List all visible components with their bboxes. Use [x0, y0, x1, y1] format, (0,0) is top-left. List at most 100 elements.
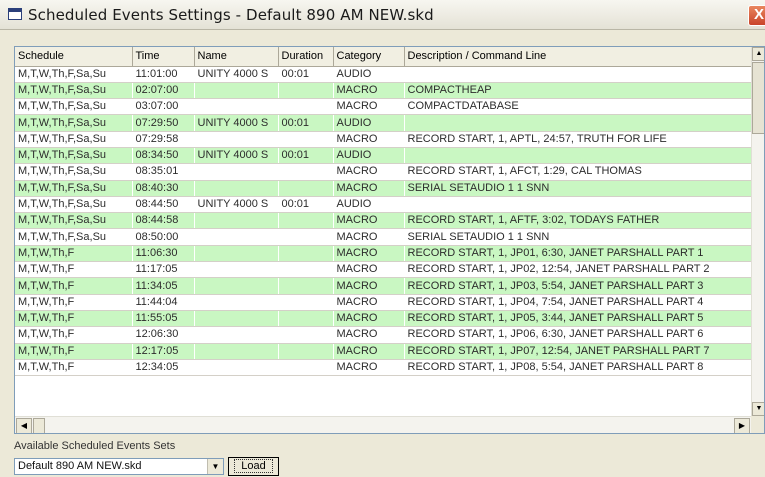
vertical-scroll-thumb[interactable] [752, 62, 764, 134]
column-header-schedule[interactable]: Schedule [15, 47, 133, 67]
cell-description: RECORD START, 1, AFTF, 3:02, TODAYS FATH… [404, 212, 751, 230]
cell-time: 08:34:50 [132, 147, 194, 165]
table-row[interactable]: M,T,W,Th,F,Sa,Su 11:01:00 UNITY 4000 S 00:0… [15, 66, 751, 83]
cell-category: MACRO [333, 359, 404, 377]
cell-time: 12:06:30 [132, 326, 194, 344]
table-row[interactable]: M,T,W,Th,F 12:34:05 MACRO RECORD START, 1, … [15, 359, 751, 377]
close-button[interactable]: X [748, 5, 765, 26]
load-button[interactable]: Load [228, 457, 279, 476]
horizontal-scrollbar[interactable]: ◀ ▶ [15, 416, 764, 433]
cell-duration [278, 277, 333, 295]
cell-schedule: M,T,W,Th,F [15, 343, 132, 360]
cell-duration [278, 294, 333, 311]
cell-name: UNITY 4000 S [194, 66, 278, 83]
cell-name [194, 261, 278, 279]
cell-name [194, 277, 278, 295]
cell-name [194, 310, 278, 328]
cell-description: SERIAL SETAUDIO 1 1 SNN [404, 180, 751, 197]
cell-duration [278, 212, 333, 230]
cell-time: 08:44:58 [132, 212, 194, 230]
table-row[interactable]: M,T,W,Th,F 11:06:30 MACRO RECORD START, 1, … [15, 245, 751, 263]
cell-schedule: M,T,W,Th,F,Sa,Su [15, 66, 132, 83]
table-row[interactable]: M,T,W,Th,F,Sa,Su 08:50:00 MACRO SERIAL SETA… [15, 228, 751, 246]
cell-description: RECORD START, 1, JP04, 7:54, JANET PARSH… [404, 294, 751, 311]
table-row[interactable]: M,T,W,Th,F,Sa,Su 07:29:58 MACRO RECORD STAR… [15, 131, 751, 148]
horizontal-scroll-thumb[interactable] [33, 418, 45, 433]
table-row[interactable]: M,T,W,Th,F 12:17:05 MACRO RECORD START, 1, … [15, 343, 751, 360]
table-row[interactable]: M,T,W,Th,F 12:06:30 MACRO RECORD START, 1, … [15, 326, 751, 344]
cell-duration: 00:01 [278, 66, 333, 83]
cell-schedule: M,T,W,Th,F [15, 326, 132, 344]
cell-duration [278, 131, 333, 148]
cell-duration [278, 359, 333, 377]
cell-category: AUDIO [333, 147, 404, 165]
cell-time: 07:29:50 [132, 114, 194, 132]
cell-name [194, 228, 278, 246]
scroll-left-arrow-icon[interactable]: ◀ [16, 418, 32, 433]
column-header-time[interactable]: Time [132, 47, 195, 67]
cell-category: MACRO [333, 294, 404, 311]
cell-name [194, 180, 278, 197]
cell-duration [278, 326, 333, 344]
cell-time: 11:06:30 [132, 245, 194, 263]
cell-duration [278, 82, 333, 100]
cell-duration: 00:01 [278, 196, 333, 214]
scroll-up-arrow-icon[interactable]: ▲ [752, 47, 764, 61]
cell-category: MACRO [333, 277, 404, 295]
table-row[interactable]: M,T,W,Th,F,Sa,Su 08:40:30 MACRO SERIAL SETA… [15, 180, 751, 197]
cell-description: RECORD START, 1, JP06, 6:30, JANET PARSH… [404, 326, 751, 344]
table-row[interactable]: M,T,W,Th,F 11:55:05 MACRO RECORD START, 1, … [15, 310, 751, 328]
cell-name [194, 212, 278, 230]
cell-time: 03:07:00 [132, 98, 194, 116]
scroll-down-arrow-icon[interactable]: ▼ [752, 402, 764, 416]
cell-schedule: M,T,W,Th,F,Sa,Su [15, 163, 132, 181]
cell-schedule: M,T,W,Th,F,Sa,Su [15, 180, 132, 197]
sets-label: Available Scheduled Events Sets [14, 440, 176, 452]
column-header-description[interactable]: Description / Command Line [404, 47, 752, 67]
cell-schedule: M,T,W,Th,F [15, 277, 132, 295]
cell-category: MACRO [333, 163, 404, 181]
cell-description: COMPACTHEAP [404, 82, 751, 100]
sets-dropdown-value: Default 890 AM NEW.skd [18, 460, 142, 472]
column-header-category[interactable]: Category [333, 47, 405, 67]
cell-name [194, 245, 278, 263]
cell-duration [278, 98, 333, 116]
column-header-name[interactable]: Name [194, 47, 279, 67]
cell-duration [278, 245, 333, 263]
cell-description [404, 66, 751, 83]
cell-name [194, 98, 278, 116]
cell-description [404, 114, 751, 132]
cell-time: 11:34:05 [132, 277, 194, 295]
table-row[interactable]: M,T,W,Th,F,Sa,Su 07:29:50 UNITY 4000 S 00:0… [15, 114, 751, 132]
table-row[interactable]: M,T,W,Th,F,Sa,Su 08:35:01 MACRO RECORD STAR… [15, 163, 751, 181]
cell-schedule: M,T,W,Th,F [15, 310, 132, 328]
table-row[interactable]: M,T,W,Th,F,Sa,Su 08:44:58 MACRO RECORD STAR… [15, 212, 751, 230]
cell-name [194, 326, 278, 344]
cell-name [194, 359, 278, 377]
events-table: Schedule Time Name Duration Category Des… [15, 47, 752, 377]
table-row[interactable]: M,T,W,Th,F 11:34:05 MACRO RECORD START, 1, … [15, 277, 751, 295]
cell-description: COMPACTDATABASE [404, 98, 751, 116]
table-row[interactable]: M,T,W,Th,F 11:44:04 MACRO RECORD START, 1, … [15, 294, 751, 311]
table-body: M,T,W,Th,F,Sa,Su 11:01:00 UNITY 4000 S 00:0… [15, 66, 751, 377]
cell-category: AUDIO [333, 196, 404, 214]
cell-duration [278, 163, 333, 181]
vertical-scrollbar[interactable]: ▲ ▼ [751, 47, 764, 416]
cell-category: MACRO [333, 82, 404, 100]
cell-category: MACRO [333, 228, 404, 246]
table-row[interactable]: M,T,W,Th,F,Sa,Su 08:44:50 UNITY 4000 S 00:0… [15, 196, 751, 214]
table-row[interactable]: M,T,W,Th,F,Sa,Su 08:34:50 UNITY 4000 S 00:0… [15, 147, 751, 165]
table-row[interactable]: M,T,W,Th,F 11:17:05 MACRO RECORD START, 1, … [15, 261, 751, 279]
load-button-label: Load [234, 459, 273, 473]
cell-duration: 00:01 [278, 114, 333, 132]
table-row[interactable]: M,T,W,Th,F,Sa,Su 03:07:00 MACRO COMPACTDATA… [15, 98, 751, 116]
events-grid[interactable]: Schedule Time Name Duration Category Des… [14, 46, 765, 434]
cell-time: 11:17:05 [132, 261, 194, 279]
scroll-right-arrow-icon[interactable]: ▶ [734, 418, 750, 433]
table-row[interactable]: M,T,W,Th,F,Sa,Su 02:07:00 MACRO COMPACTHEAP [15, 82, 751, 100]
sets-dropdown[interactable]: Default 890 AM NEW.skd ▼ [14, 458, 224, 475]
window-title: Scheduled Events Settings - Default 890 … [28, 6, 434, 24]
dropdown-arrow-icon[interactable]: ▼ [207, 459, 223, 474]
column-header-duration[interactable]: Duration [278, 47, 334, 67]
cell-schedule: M,T,W,Th,F [15, 294, 132, 311]
